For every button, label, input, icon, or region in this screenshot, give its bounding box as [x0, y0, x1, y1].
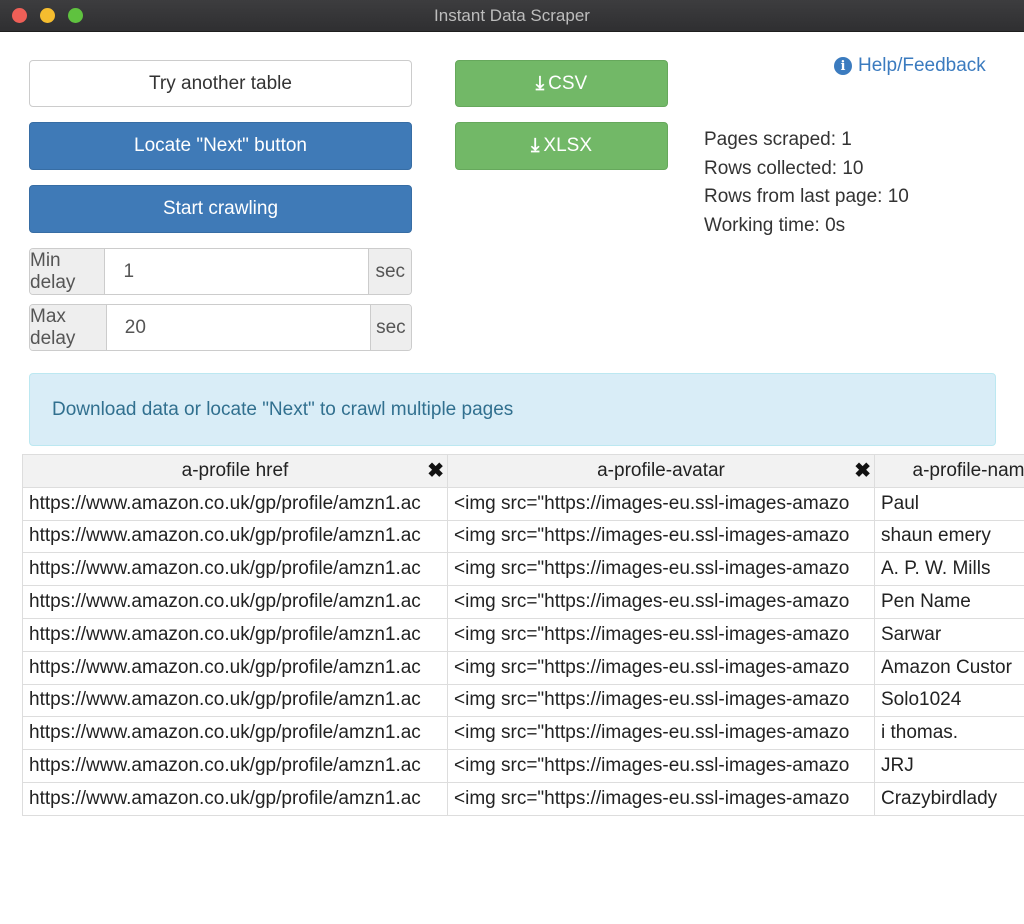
locate-next-button[interactable]: Locate "Next" button: [29, 122, 412, 170]
table-row: https://www.amazon.co.uk/gp/profile/amzn…: [22, 781, 1024, 816]
table-cell: https://www.amazon.co.uk/gp/profile/amzn…: [22, 585, 448, 619]
table-cell: A. P. W. Mills: [874, 552, 1024, 587]
table-cell: https://www.amazon.co.uk/gp/profile/amzn…: [22, 716, 448, 751]
table-cell: <img src="https://images-eu.ssl-images-a…: [447, 781, 875, 816]
table-cell: <img src="https://images-eu.ssl-images-a…: [447, 650, 875, 685]
table-cell: <img src="https://images-eu.ssl-images-a…: [447, 716, 875, 751]
stats-panel: Pages scraped: 1 Rows collected: 10 Rows…: [704, 126, 909, 240]
remove-column-icon[interactable]: ✖: [427, 458, 444, 483]
title-bar: Instant Data Scraper: [0, 0, 1024, 32]
minimize-window-button[interactable]: [40, 8, 55, 23]
table-cell: https://www.amazon.co.uk/gp/profile/amzn…: [22, 519, 448, 554]
table-cell: Pen Name: [874, 585, 1024, 619]
table-cell: <img src="https://images-eu.ssl-images-a…: [447, 683, 875, 718]
working-time: Working time: 0s: [704, 214, 846, 236]
min-delay-unit: sec: [369, 249, 411, 294]
csv-label: CSV: [548, 72, 588, 94]
table-row: https://www.amazon.co.uk/gp/profile/amzn…: [22, 486, 1024, 521]
table-cell: Sarwar: [874, 617, 1024, 652]
xlsx-label: XLSX: [543, 135, 592, 156]
max-delay-unit: sec: [370, 305, 411, 350]
pages-scraped: Pages scraped: 1: [704, 129, 852, 150]
download-csv-button[interactable]: ⤓ CSV: [455, 60, 668, 107]
column-header-label: a-profile href: [181, 459, 289, 481]
table-row: https://www.amazon.co.uk/gp/profile/amzn…: [22, 519, 1024, 554]
column-header-label: a-profile-avatar: [597, 459, 725, 481]
table-cell: <img src="https://images-eu.ssl-images-a…: [447, 749, 875, 783]
table-row: https://www.amazon.co.uk/gp/profile/amzn…: [22, 683, 1024, 718]
help-label: Help/Feedback: [858, 55, 986, 76]
info-alert: Download data or locate "Next" to crawl …: [29, 373, 996, 446]
close-window-button[interactable]: [12, 8, 27, 23]
table-cell: https://www.amazon.co.uk/gp/profile/amzn…: [22, 781, 448, 816]
help-feedback-link[interactable]: i Help/Feedback: [834, 55, 986, 77]
maximize-window-button[interactable]: [68, 8, 83, 23]
table-cell: https://www.amazon.co.uk/gp/profile/amzn…: [22, 749, 448, 783]
max-delay-input[interactable]: [105, 305, 371, 350]
table-cell: <img src="https://images-eu.ssl-images-a…: [447, 486, 875, 521]
table-cell: JRJ: [874, 749, 1024, 783]
table-cell: Amazon Custor: [874, 650, 1024, 685]
column-header[interactable]: a-profile-nam: [874, 454, 1024, 488]
table-cell: https://www.amazon.co.uk/gp/profile/amzn…: [22, 650, 448, 685]
download-icon: ⤓: [535, 72, 545, 94]
min-delay-label: Min delay: [30, 249, 105, 294]
table-row: https://www.amazon.co.uk/gp/profile/amzn…: [22, 650, 1024, 685]
rows-collected: Rows collected: 10: [704, 157, 864, 179]
rows-last-page: Rows from last page: 10: [704, 186, 909, 207]
table-row: https://www.amazon.co.uk/gp/profile/amzn…: [22, 617, 1024, 652]
table-row: https://www.amazon.co.uk/gp/profile/amzn…: [22, 552, 1024, 587]
column-header-label: a-profile-nam: [912, 459, 1024, 481]
data-table: a-profile href ✖ a-profile-avatar ✖ a-profil…: [22, 454, 1024, 816]
min-delay-input[interactable]: [104, 249, 370, 294]
start-crawling-button[interactable]: Start crawling: [29, 185, 412, 233]
table-row: https://www.amazon.co.uk/gp/profile/amzn…: [22, 749, 1024, 783]
table-cell: <img src="https://images-eu.ssl-images-a…: [447, 617, 875, 652]
table-cell: Crazybirdlady: [874, 781, 1024, 816]
table-cell: https://www.amazon.co.uk/gp/profile/amzn…: [22, 617, 448, 652]
min-delay-group: Min delay sec: [29, 248, 412, 295]
table-cell: Solo1024: [874, 683, 1024, 718]
table-cell: <img src="https://images-eu.ssl-images-a…: [447, 552, 875, 587]
column-header[interactable]: a-profile-avatar ✖: [447, 454, 875, 488]
download-xlsx-button[interactable]: ⤓ XLSX: [455, 122, 668, 170]
download-icon: ⤓: [531, 135, 540, 156]
table-row: https://www.amazon.co.uk/gp/profile/amzn…: [22, 716, 1024, 751]
info-circle-icon: i: [834, 57, 852, 75]
table-cell: shaun emery: [874, 519, 1024, 554]
remove-column-icon[interactable]: ✖: [854, 458, 871, 483]
max-delay-group: Max delay sec: [29, 304, 412, 351]
table-cell: https://www.amazon.co.uk/gp/profile/amzn…: [22, 552, 448, 587]
column-header[interactable]: a-profile href ✖: [22, 454, 448, 488]
table-cell: Paul: [874, 486, 1024, 521]
table-cell: <img src="https://images-eu.ssl-images-a…: [447, 519, 875, 554]
table-row: https://www.amazon.co.uk/gp/profile/amzn…: [22, 585, 1024, 619]
table-cell: i thomas.: [874, 716, 1024, 751]
window-title: Instant Data Scraper: [434, 5, 590, 25]
max-delay-label: Max delay: [30, 305, 106, 350]
table-cell: https://www.amazon.co.uk/gp/profile/amzn…: [22, 486, 448, 521]
table-cell: <img src="https://images-eu.ssl-images-a…: [447, 585, 875, 619]
try-another-table-button[interactable]: Try another table: [29, 60, 412, 107]
table-cell: https://www.amazon.co.uk/gp/profile/amzn…: [22, 683, 448, 718]
